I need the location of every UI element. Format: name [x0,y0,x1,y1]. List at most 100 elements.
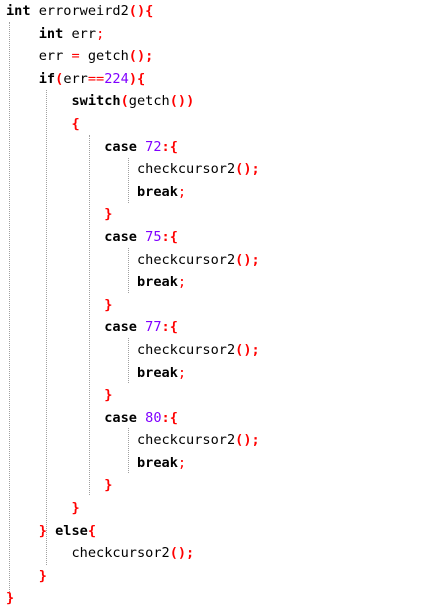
code-line: break; [6,181,260,204]
code-token: errorweird2 [30,3,129,19]
code-token: break [136,364,178,381]
code-token: if [38,70,56,87]
code-token: break [136,183,178,200]
code-token: } [38,522,47,539]
code-line: checkcursor2(); [6,542,260,565]
code-token: int [6,3,31,19]
code-line: break; [6,362,260,385]
code-token: } [104,206,113,223]
code-token: } [6,590,15,607]
code-token: (); [169,545,195,562]
code-token: (){ [128,3,154,19]
code-token: ; [177,274,187,291]
code-line: break; [6,452,260,475]
code-token: ){ [128,70,146,87]
code-line: } [6,384,260,407]
code-token: int [38,25,64,42]
code-token: else [55,522,88,539]
code-token: 224 [104,70,129,87]
code-token: (); [235,161,260,178]
code-token: } [71,500,80,517]
code-token: switch [71,93,121,110]
code-token: getch [79,48,129,65]
code-line: err = getch(); [6,45,260,68]
code-line: } [6,497,260,520]
code-line: switch(getch()) [6,90,260,113]
code-token: checkcursor2 [6,341,236,358]
code-line: checkcursor2(); [6,339,260,362]
code-line: case 80:{ [6,407,260,430]
code-token: (); [235,341,260,358]
code-token: checkcursor2 [6,432,236,449]
code-token: 75 [145,228,162,245]
code-token: checkcursor2 [6,251,236,268]
code-line: { [6,113,260,136]
code-token: checkcursor2 [6,545,170,562]
code-line: int errorweird2(){ [6,0,260,23]
code-line: checkcursor2(); [6,429,260,452]
code-token: break [136,274,178,291]
code-token: case [104,138,137,155]
code-token: 77 [145,319,162,336]
code-token: { [71,115,80,132]
code-token: { [87,522,97,539]
code-token: :{ [161,228,178,245]
code-line: checkcursor2(); [6,158,260,181]
code-token: checkcursor2 [6,161,236,178]
code-line: } [6,474,260,497]
code-line: } [6,565,260,588]
code-token: } [38,567,47,584]
code-token: case [104,228,137,245]
code-line: } [6,294,260,317]
code-token: err [63,70,88,87]
code-token: } [104,296,113,313]
code-token: == [87,70,105,87]
code-token: break [136,454,178,471]
code-token: :{ [161,138,178,155]
code-block[interactable]: int errorweird2(){ int err; err = getch(… [6,0,260,610]
code-token: ; [177,183,187,200]
code-line: checkcursor2(); [6,249,260,272]
code-line: case 75:{ [6,226,260,249]
code-line: int err; [6,23,260,46]
code-token: 80 [145,409,162,426]
code-token: } [104,387,113,404]
code-token: getch [128,93,170,110]
code-token: ( [120,93,129,110]
code-line: case 72:{ [6,136,260,159]
code-token: ; [96,25,105,42]
code-token: case [104,319,137,336]
code-line: case 77:{ [6,316,260,339]
code-editor[interactable]: int errorweird2(){ int err; err = getch(… [0,0,443,615]
code-line: } else{ [6,520,260,543]
code-line: if(err==224){ [6,68,260,91]
code-token: case [104,409,137,426]
code-line: break; [6,271,260,294]
code-token: = [71,48,80,65]
code-token: ()) [169,93,195,110]
code-token: err [63,25,97,42]
